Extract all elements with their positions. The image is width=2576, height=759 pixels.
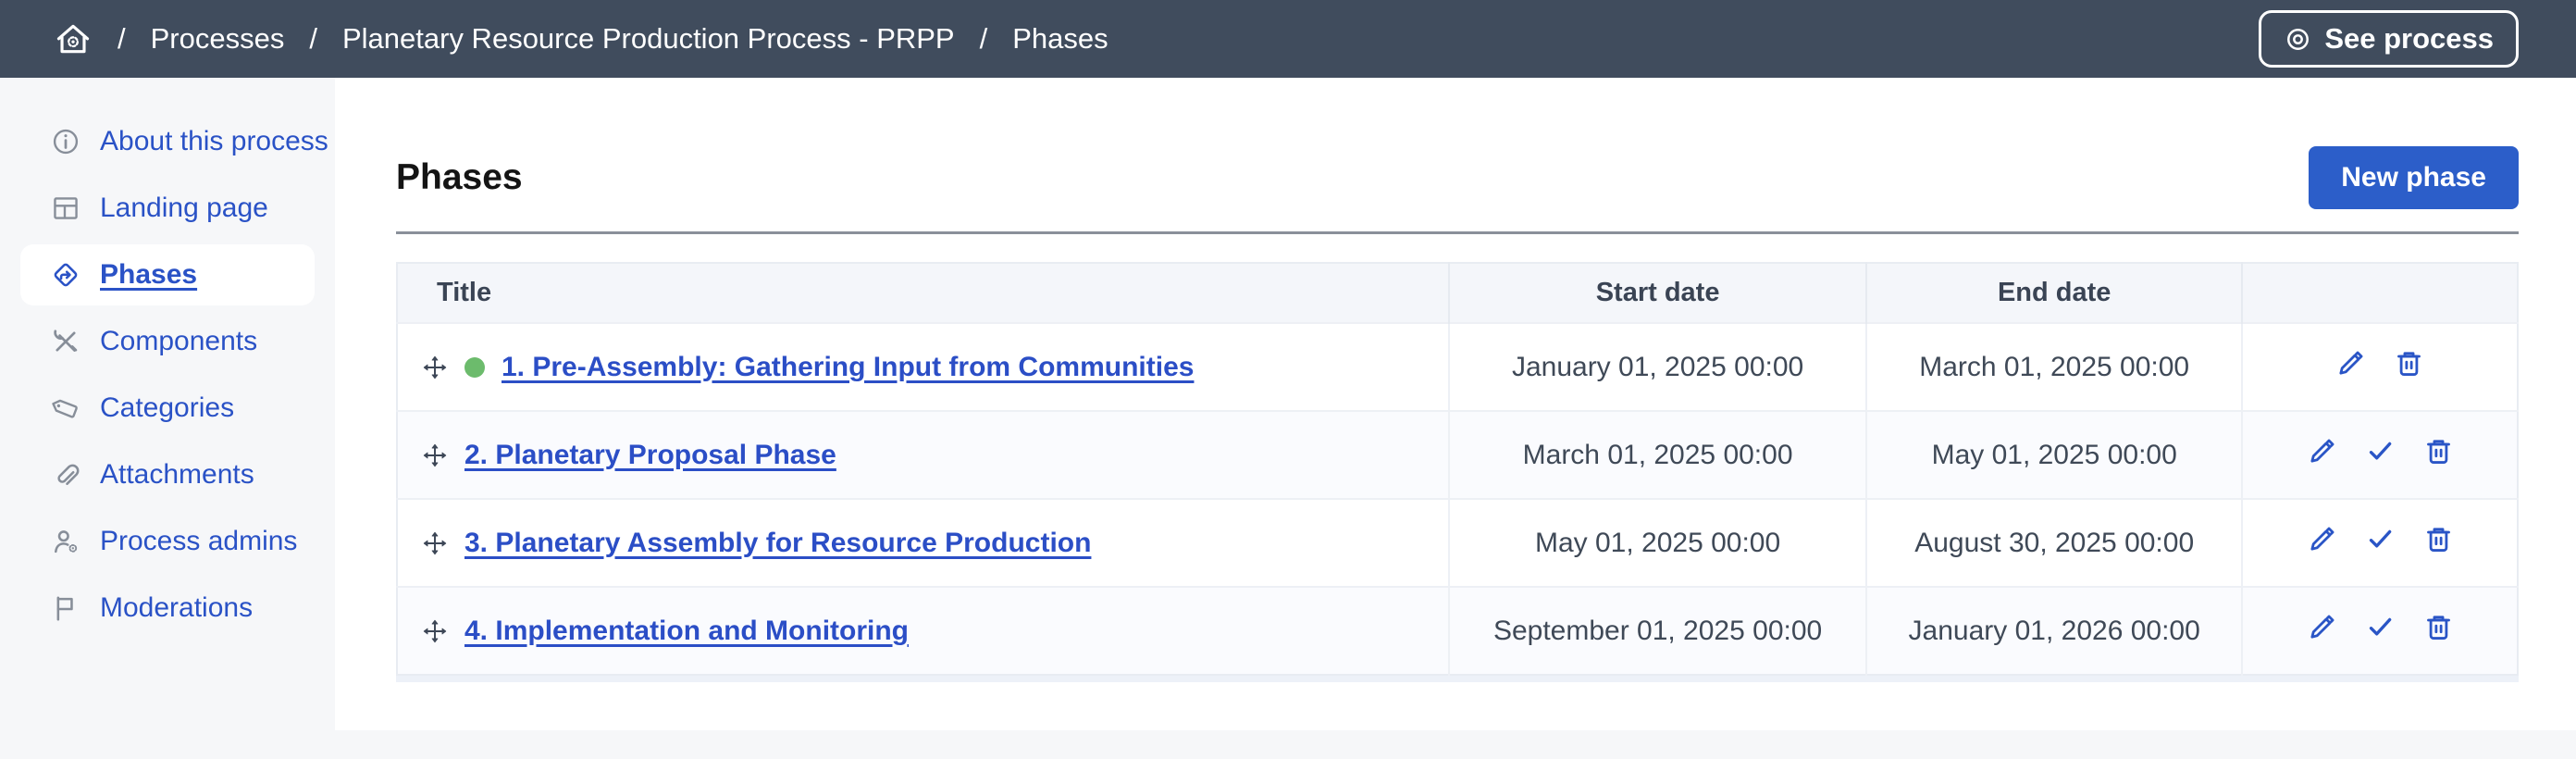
sidebar-item-label: Attachments (100, 459, 254, 491)
sidebar-item-label: About this process (100, 126, 328, 157)
phase-title-link[interactable]: 2. Planetary Proposal Phase (464, 440, 836, 471)
phase-start-date: September 01, 2025 00:00 (1449, 587, 1867, 675)
edit-phase-button[interactable] (2306, 611, 2338, 643)
sidebar-item-attachments[interactable]: Attachments (20, 444, 315, 505)
activate-phase-button[interactable] (2364, 523, 2396, 555)
header-divider (396, 231, 2519, 234)
column-header-actions (2242, 263, 2518, 323)
drag-handle-icon[interactable] (422, 618, 448, 644)
phase-end-date: March 01, 2025 00:00 (1866, 323, 2242, 411)
trash-icon (2393, 347, 2425, 380)
eye-icon (2284, 25, 2312, 54)
phase-end-date: August 30, 2025 00:00 (1866, 499, 2242, 587)
edit-phase-button[interactable] (2306, 435, 2338, 467)
column-header-start-date: Start date (1449, 263, 1867, 323)
trash-icon (2422, 523, 2455, 555)
breadcrumb-separator: / (309, 22, 317, 56)
phase-end-date: January 01, 2026 00:00 (1866, 587, 2242, 675)
phase-title-link[interactable]: 1. Pre-Assembly: Gathering Input from Co… (502, 352, 1194, 383)
sidebar-item-phases[interactable]: Phases (20, 244, 315, 305)
delete-phase-button[interactable] (2393, 347, 2425, 380)
pencil-icon (2306, 523, 2338, 555)
sidebar-item-label: Categories (100, 392, 234, 424)
info-icon (50, 126, 81, 157)
sidebar-item-categories[interactable]: Categories (20, 378, 315, 439)
breadcrumb-separator: / (980, 22, 988, 56)
breadcrumb-separator: / (118, 22, 126, 56)
trash-icon (2422, 611, 2455, 643)
phase-start-date: January 01, 2025 00:00 (1449, 323, 1867, 411)
delete-phase-button[interactable] (2422, 435, 2455, 467)
column-header-end-date: End date (1866, 263, 2242, 323)
sidebar-item-landing-page[interactable]: Landing page (20, 178, 315, 239)
table-header-row: Title Start date End date (397, 263, 2518, 323)
process-sidebar: About this process Landing page Phases C… (0, 78, 335, 730)
phase-row: 1. Pre-Assembly: Gathering Input from Co… (397, 323, 2518, 411)
phase-start-date: March 01, 2025 00:00 (1449, 411, 1867, 499)
phases-table: Title Start date End date 1. Pre-Assembl… (396, 262, 2519, 676)
delete-phase-button[interactable] (2422, 611, 2455, 643)
trash-icon (2422, 435, 2455, 467)
new-phase-button[interactable]: New phase (2309, 146, 2519, 209)
see-process-button[interactable]: See process (2259, 10, 2519, 68)
admin-topbar: / Processes / Planetary Resource Product… (0, 0, 2576, 78)
check-icon (2364, 611, 2396, 643)
landing-page-icon (50, 193, 81, 224)
active-phase-indicator (464, 357, 485, 378)
sidebar-item-moderations[interactable]: Moderations (20, 578, 315, 639)
phase-end-date: May 01, 2025 00:00 (1866, 411, 2242, 499)
breadcrumb-processes-link[interactable]: Processes (151, 22, 285, 56)
sidebar-item-label: Components (100, 326, 257, 357)
check-icon (2364, 523, 2396, 555)
components-icon (50, 326, 81, 357)
page-footer (0, 730, 2576, 759)
pencil-icon (2334, 347, 2367, 380)
drag-handle-icon[interactable] (422, 530, 448, 556)
sidebar-item-about[interactable]: About this process (20, 111, 315, 172)
phase-start-date: May 01, 2025 00:00 (1449, 499, 1867, 587)
admin-app: / Processes / Planetary Resource Product… (0, 0, 2576, 759)
sidebar-item-label: Moderations (100, 592, 253, 624)
phases-icon (50, 259, 81, 291)
breadcrumb-phases-link[interactable]: Phases (1012, 22, 1108, 56)
pencil-icon (2306, 435, 2338, 467)
column-header-title: Title (397, 263, 1449, 323)
page-title: Phases (396, 157, 523, 198)
categories-icon (50, 392, 81, 424)
main-panel: Phases New phase Title Start date End da… (335, 78, 2576, 730)
check-icon (2364, 435, 2396, 467)
page-header: Phases New phase (396, 146, 2519, 209)
sidebar-item-components[interactable]: Components (20, 311, 315, 372)
home-gear-icon (54, 19, 93, 58)
sidebar-item-label: Process admins (100, 526, 297, 557)
moderations-icon (50, 592, 81, 624)
breadcrumb-current-process-link[interactable]: Planetary Resource Production Process - … (342, 22, 955, 56)
drag-handle-icon[interactable] (422, 442, 448, 468)
process-admins-icon (50, 526, 81, 557)
delete-phase-button[interactable] (2422, 523, 2455, 555)
sidebar-item-label: Landing page (100, 193, 268, 224)
sidebar-item-label: Phases (100, 259, 197, 291)
sidebar-item-process-admins[interactable]: Process admins (20, 511, 315, 572)
phase-row: 4. Implementation and Monitoring Septemb… (397, 587, 2518, 675)
drag-handle-icon[interactable] (422, 355, 448, 380)
phase-title-link[interactable]: 4. Implementation and Monitoring (464, 616, 909, 647)
see-process-label: See process (2324, 22, 2494, 56)
pencil-icon (2306, 611, 2338, 643)
attachment-icon (50, 459, 81, 491)
edit-phase-button[interactable] (2306, 523, 2338, 555)
phase-row: 3. Planetary Assembly for Resource Produ… (397, 499, 2518, 587)
phase-row: 2. Planetary Proposal Phase March 01, 20… (397, 411, 2518, 499)
home-breadcrumb-link[interactable] (54, 19, 93, 58)
activate-phase-button[interactable] (2364, 435, 2396, 467)
edit-phase-button[interactable] (2334, 347, 2367, 380)
activate-phase-button[interactable] (2364, 611, 2396, 643)
phase-title-link[interactable]: 3. Planetary Assembly for Resource Produ… (464, 528, 1091, 559)
